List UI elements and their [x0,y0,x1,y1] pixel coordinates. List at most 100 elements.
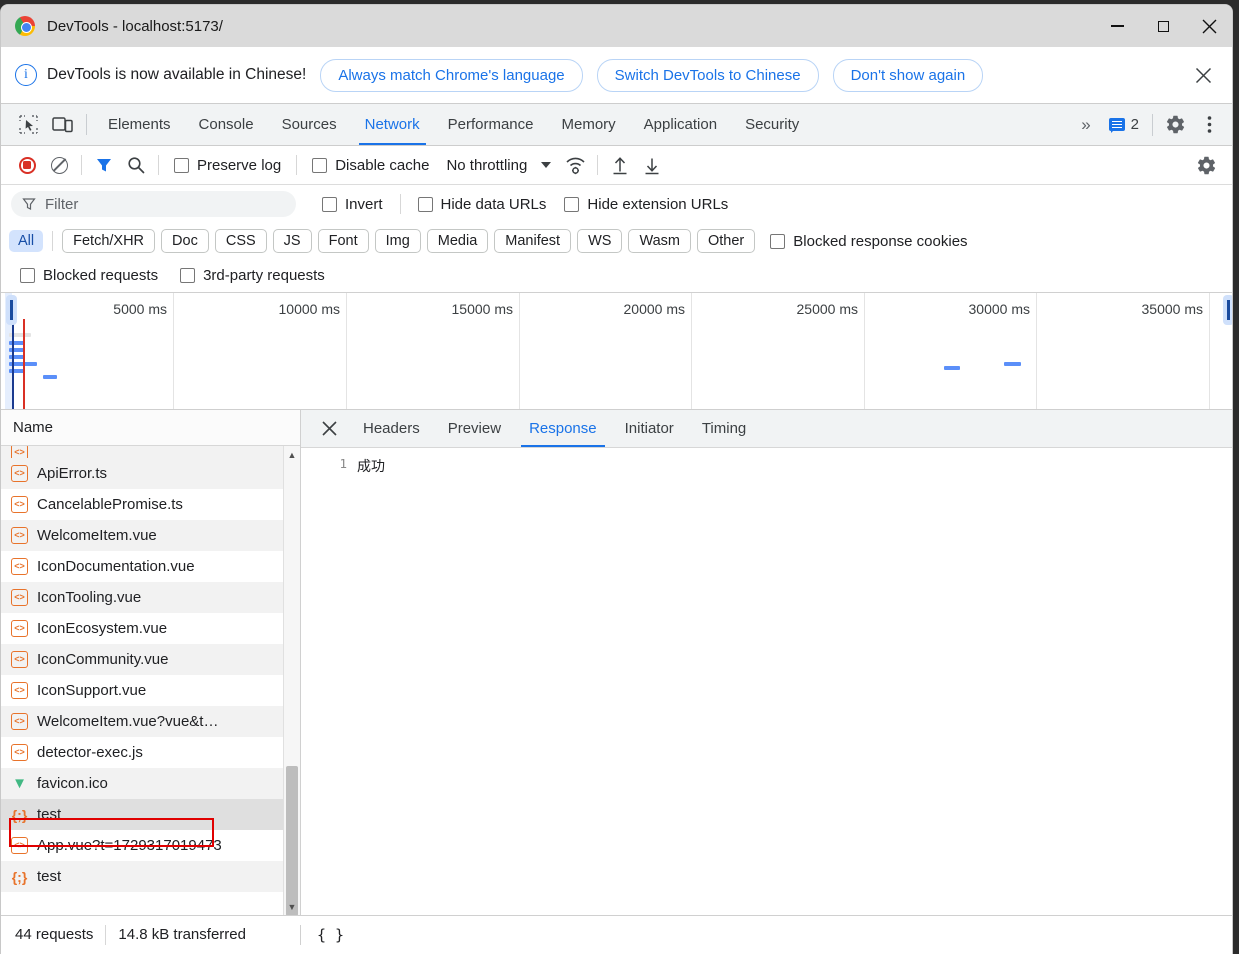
table-row[interactable]: <> CancelablePromise.ts [1,489,300,520]
tab-application[interactable]: Application [630,104,731,145]
chip-css[interactable]: CSS [214,229,267,253]
throttling-dropdown[interactable]: No throttling [438,157,559,174]
console-messages-badge[interactable]: 2 [1101,116,1147,133]
maximize-button[interactable] [1140,5,1186,47]
preserve-log-checkbox[interactable]: Preserve log [165,157,290,174]
minimize-button[interactable] [1094,5,1140,47]
tab-label: Network [364,116,420,133]
table-row[interactable]: <> detector-exec.js [1,737,300,768]
chip-fetch-xhr[interactable]: Fetch/XHR [62,229,156,253]
inspect-element-button[interactable] [11,104,45,145]
table-row[interactable]: <> IconTooling.vue [1,582,300,613]
export-har-button[interactable] [636,150,668,180]
chip-all[interactable]: All [9,230,44,252]
blocked-requests-checkbox[interactable]: Blocked requests [11,267,167,284]
record-button[interactable] [11,150,43,180]
network-timeline-overview[interactable]: 5000 ms 10000 ms 15000 ms 20000 ms 25000… [1,293,1232,410]
transferred-size-label: 14.8 kB transferred [118,926,246,943]
table-row[interactable]: <> WelcomeItem.vue?vue&t… [1,706,300,737]
chip-wasm[interactable]: Wasm [628,229,691,253]
table-row[interactable]: <> IconSupport.vue [1,675,300,706]
table-row[interactable]: <> IconEcosystem.vue [1,613,300,644]
tab-network[interactable]: Network [351,104,434,145]
devtools-more-options-button[interactable] [1192,115,1226,134]
request-list[interactable]: <> <> ApiError.ts <> CancelablePromise.t… [1,446,300,915]
toggle-device-toolbar-button[interactable] [45,104,79,145]
kebab-menu-icon [1207,116,1211,133]
clear-requests-button[interactable] [43,150,75,180]
chip-img[interactable]: Img [374,229,421,253]
table-row[interactable]: ▼ favicon.ico [1,768,300,799]
tab-memory[interactable]: Memory [548,104,630,145]
table-row[interactable]: <> WelcomeItem.vue [1,520,300,551]
detail-tab-timing[interactable]: Timing [688,410,760,447]
tab-security[interactable]: Security [731,104,813,145]
table-row-selected[interactable]: {;} test [1,799,300,830]
table-row[interactable]: <> IconDocumentation.vue [1,551,300,582]
chip-other[interactable]: Other [697,229,756,253]
chip-manifest[interactable]: Manifest [494,229,572,253]
third-party-requests-checkbox[interactable]: 3rd-party requests [171,267,334,284]
filter-icon [22,198,36,210]
chip-doc[interactable]: Doc [161,229,209,253]
blocked-response-cookies-label: Blocked response cookies [793,232,968,250]
devtools-settings-button[interactable] [1158,114,1192,135]
tab-label: Performance [447,116,534,133]
chip-ws[interactable]: WS [577,229,623,253]
network-status-bar: 44 requests 14.8 kB transferred { } [1,915,1232,953]
vue-icon: ▼ [12,775,27,792]
table-row[interactable]: <> App.vue?t=1729317019473 [1,830,300,861]
switch-devtools-language-button[interactable]: Switch DevTools to Chinese [596,58,819,92]
search-button[interactable] [120,150,152,180]
code-icon: <> [11,496,28,513]
network-settings-button[interactable] [1190,150,1222,180]
disable-cache-checkbox[interactable]: Disable cache [303,157,438,174]
scroll-up-arrow[interactable]: ▲ [284,446,300,463]
tab-sources[interactable]: Sources [268,104,351,145]
close-icon [1202,19,1216,33]
dont-show-again-button[interactable]: Don't show again [832,58,984,92]
language-notification-bar: i DevTools is now available in Chinese! … [1,47,1232,104]
table-row[interactable]: {;} test [1,861,300,892]
table-row[interactable]: <> IconCommunity.vue [1,644,300,675]
invert-checkbox[interactable]: Invert [313,196,392,213]
request-count-label: 44 requests [15,926,94,943]
timeline-request-bar [1004,362,1021,366]
tab-elements[interactable]: Elements [94,104,185,145]
request-name: IconSupport.vue [37,682,147,699]
timeline-left-handle[interactable] [6,295,17,325]
request-name: App.vue?t=1729317019473 [37,837,222,854]
close-window-button[interactable] [1186,5,1232,47]
close-detail-button[interactable] [309,410,349,447]
detail-tab-headers[interactable]: Headers [349,410,434,447]
network-conditions-button[interactable] [559,150,591,180]
chip-js[interactable]: JS [272,229,312,253]
pretty-print-button[interactable]: { } [301,926,344,944]
chip-font[interactable]: Font [317,229,369,253]
scroll-down-arrow[interactable]: ▼ [284,898,300,915]
filter-input[interactable]: Filter [11,191,296,217]
timeline-right-handle[interactable] [1223,295,1232,325]
detail-tab-preview[interactable]: Preview [434,410,515,447]
timeline-tick-label: 15000 ms [451,301,513,317]
detail-tab-initiator[interactable]: Initiator [611,410,688,447]
scrollbar-thumb[interactable] [286,766,298,915]
tab-performance[interactable]: Performance [434,104,548,145]
dismiss-notification-button[interactable] [1188,60,1218,90]
import-har-button[interactable] [604,150,636,180]
toggle-filter-button[interactable] [88,150,120,180]
chip-media[interactable]: Media [426,229,489,253]
blocked-response-cookies-checkbox[interactable]: Blocked response cookies [761,233,976,250]
table-row[interactable]: <> ApiError.ts [1,458,300,489]
detail-tab-response[interactable]: Response [515,410,611,447]
table-row[interactable]: <> [1,446,300,458]
hide-data-urls-checkbox[interactable]: Hide data URLs [409,196,556,213]
response-body-viewer[interactable]: 1 成功 [301,448,1232,915]
hide-extension-urls-checkbox[interactable]: Hide extension URLs [555,196,737,213]
devtools-tabstrip: Elements Console Sources Network Perform… [1,104,1232,146]
more-tabs-button[interactable]: » [1071,115,1100,135]
request-list-scrollbar[interactable]: ▲ ▼ [283,446,300,915]
checkbox-icon [180,268,196,283]
tab-console[interactable]: Console [185,104,268,145]
always-match-language-button[interactable]: Always match Chrome's language [320,58,583,92]
